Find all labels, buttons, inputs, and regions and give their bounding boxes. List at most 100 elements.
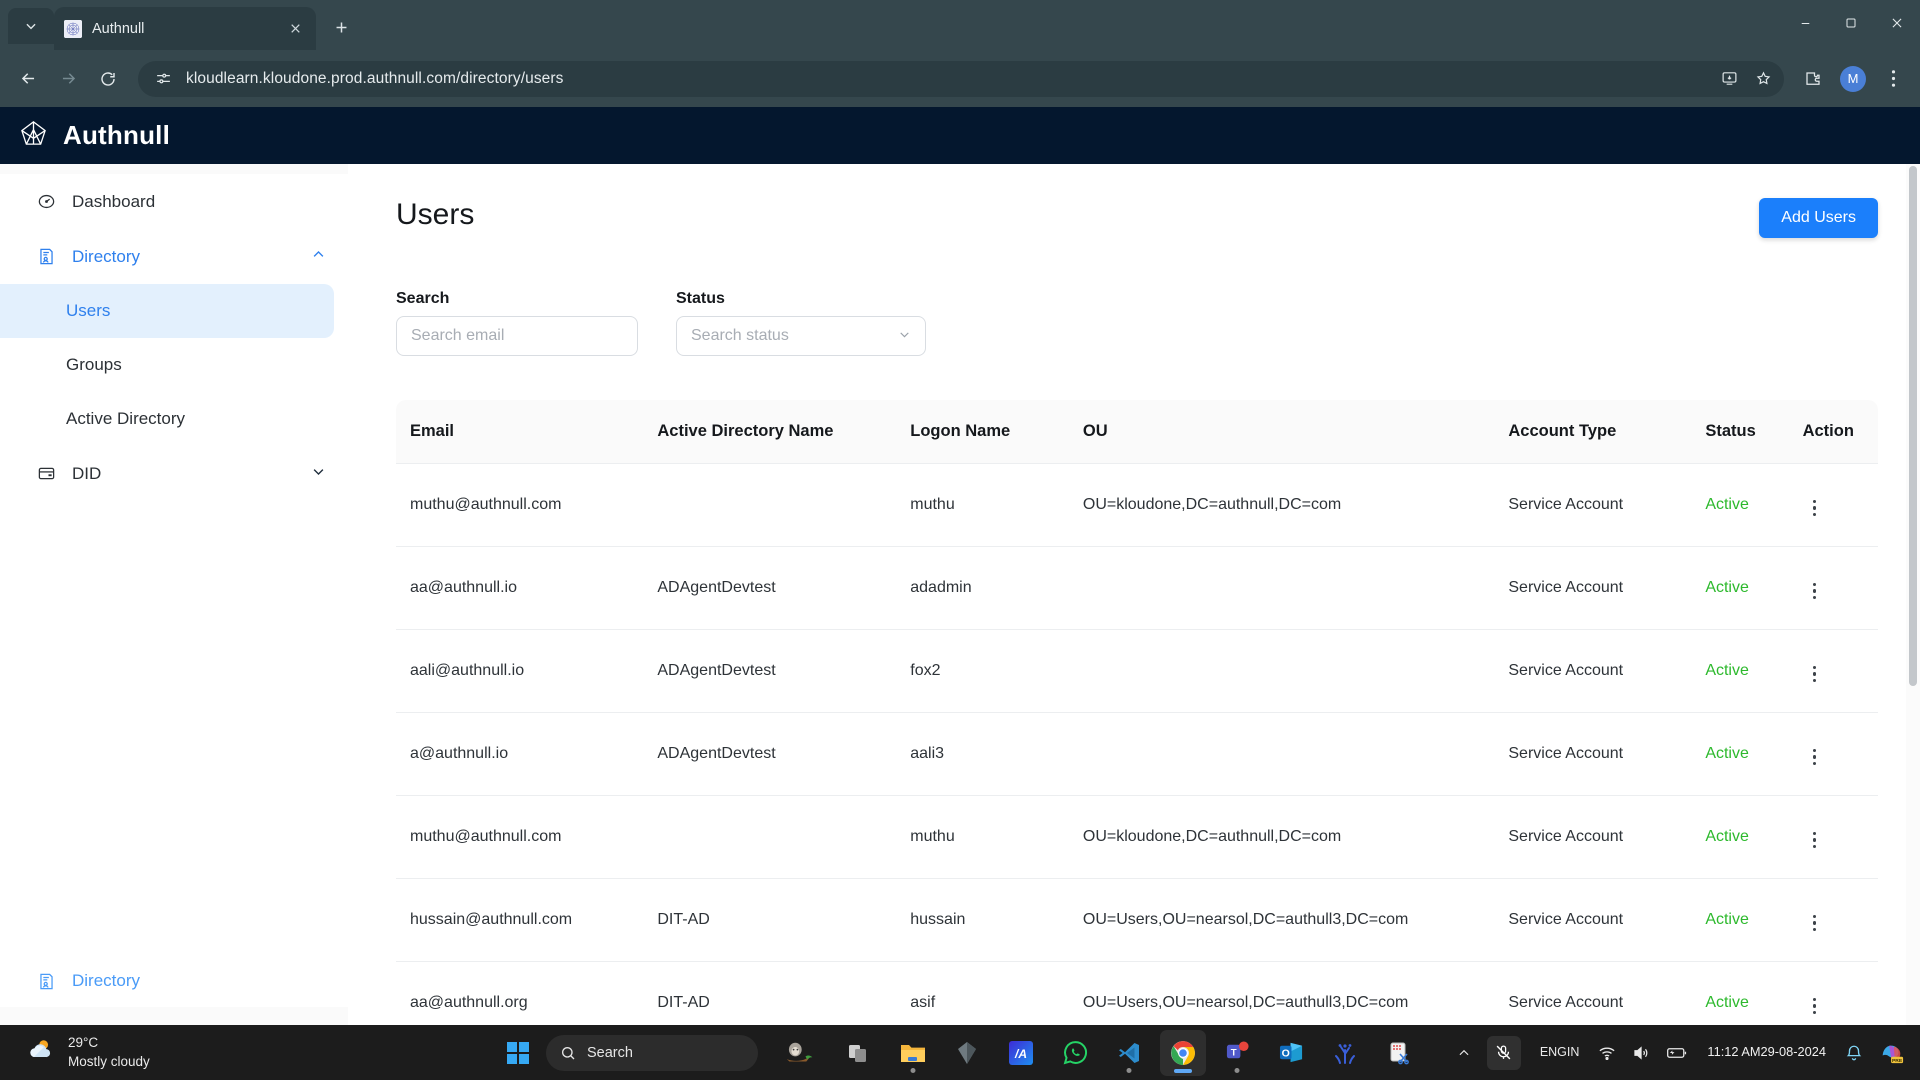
notification-button[interactable] <box>1840 1033 1868 1073</box>
install-app-icon[interactable] <box>1718 68 1740 90</box>
sidebar-item-dashboard[interactable]: Dashboard <box>0 174 348 229</box>
kebab-menu-icon[interactable] <box>1803 994 1827 1019</box>
user-ad-name: DIT-AD <box>657 878 911 962</box>
column-header-ad-name[interactable]: Active Directory Name <box>657 400 910 464</box>
sidebar-item-directory[interactable]: Directory <box>0 229 348 284</box>
sidebar-subitem-label: Users <box>66 301 111 320</box>
column-header-logon-name[interactable]: Logon Name <box>910 400 1083 464</box>
window-close-button[interactable] <box>1874 0 1920 46</box>
page-scrollbar[interactable] <box>1906 164 1920 1025</box>
forward-button[interactable] <box>50 61 86 97</box>
weather-text: 29°C Mostly cloudy <box>68 1034 150 1070</box>
close-icon[interactable] <box>284 18 306 40</box>
minimize-button[interactable] <box>1782 0 1828 46</box>
back-arrow-icon <box>21 73 34 84</box>
microphone-mute-button[interactable] <box>1482 1033 1526 1073</box>
table-row[interactable]: aa@authnull.org DIT-AD asif OU=Users,OU=nea… <box>396 961 1878 1025</box>
profile-avatar[interactable]: M <box>1840 65 1866 92</box>
add-users-button[interactable]: Add Users <box>1759 198 1878 238</box>
kebab-menu-icon[interactable] <box>1803 496 1827 521</box>
taskbar-search[interactable]: Search <box>546 1034 758 1071</box>
kebab-menu-icon[interactable] <box>1803 911 1827 936</box>
table-row[interactable]: hussain@authnull.com DIT-AD hussain OU=User… <box>396 878 1878 962</box>
volume-button[interactable] <box>1627 1033 1655 1073</box>
kebab-menu-icon[interactable] <box>1803 662 1827 687</box>
scrollbar-thumb[interactable] <box>1909 166 1917 686</box>
taskbar-app-outlook[interactable]: O <box>1268 1030 1314 1076</box>
status-select[interactable]: Search status <box>676 316 926 356</box>
system-tray: ENG IN 11:12 AM 29-08-2024 PRE <box>1452 1033 1910 1073</box>
snipping-tool-icon <box>1390 1042 1409 1064</box>
reload-button[interactable] <box>90 61 126 97</box>
table-row[interactable]: aa@authnull.io ADAgentDevtest adadmin Servi… <box>396 546 1878 630</box>
chevron-down-icon <box>26 23 36 30</box>
table-row[interactable]: aali@authnull.io ADAgentDevtest fox2 Servic… <box>396 629 1878 713</box>
tab-search-button[interactable] <box>8 8 54 44</box>
kebab-menu-icon[interactable] <box>1803 828 1827 853</box>
user-account-type: Service Account <box>1508 629 1706 713</box>
user-ou <box>1082 712 1509 796</box>
clock[interactable]: 11:12 AM 29-08-2024 <box>1699 1033 1834 1073</box>
taskbar-app-gem[interactable] <box>944 1030 990 1076</box>
maximize-button[interactable] <box>1828 0 1874 46</box>
extensions-button[interactable] <box>1796 62 1830 96</box>
taskbar-app-monkey[interactable] <box>766 1030 828 1076</box>
wifi-button[interactable] <box>1593 1033 1621 1073</box>
column-header-action[interactable]: Action <box>1803 400 1878 464</box>
taskbar-app-vscode[interactable] <box>1106 1030 1152 1076</box>
address-bar[interactable]: kloudlearn.kloudone.prod.authnull.com/di… <box>138 60 1784 97</box>
taskbar-app-whatsapp[interactable] <box>1052 1030 1098 1076</box>
table-row[interactable]: muthu@authnull.com muthu OU=kloudone,DC=au… <box>396 795 1878 879</box>
sidebar-item-did[interactable]: DID <box>0 446 348 501</box>
forward-arrow-icon <box>62 73 75 84</box>
taskbar-app-coral[interactable] <box>1322 1030 1368 1076</box>
weather-widget[interactable]: 29°C Mostly cloudy <box>0 1034 150 1070</box>
sidebar: Dashboard Directory Users Groups Active … <box>0 164 348 1025</box>
bell-icon <box>1846 1045 1862 1060</box>
battery-button[interactable] <box>1661 1033 1693 1073</box>
url-text: kloudlearn.kloudone.prod.authnull.com/di… <box>186 69 564 87</box>
user-account-type: Service Account <box>1508 961 1706 1025</box>
kebab-menu-icon[interactable] <box>1803 745 1827 770</box>
back-button[interactable] <box>10 61 46 97</box>
taskbar-app-file-explorer[interactable] <box>890 1030 936 1076</box>
star-icon[interactable] <box>1752 68 1774 90</box>
user-status-badge: Active <box>1705 795 1803 879</box>
taskbar-app-task-view[interactable] <box>836 1030 882 1076</box>
speaker-icon <box>1634 1045 1648 1060</box>
browser-menu-button[interactable] <box>1876 62 1910 96</box>
browser-tab[interactable]: Authnull <box>54 7 316 50</box>
sidebar-item-groups[interactable]: Groups <box>0 338 334 392</box>
column-header-account-type[interactable]: Account Type <box>1508 400 1705 464</box>
taskbar-app-chrome[interactable] <box>1160 1029 1206 1076</box>
table-row[interactable]: a@authnull.io ADAgentDevtest aali3 Service … <box>396 712 1878 796</box>
user-ou: OU=kloudone,DC=authnull,DC=com <box>1082 795 1509 879</box>
tray-overflow-button[interactable] <box>1452 1033 1476 1073</box>
column-header-email[interactable]: Email <box>396 400 657 464</box>
table-row[interactable]: muthu@authnull.com muthu OU=kloudone,DC=au… <box>396 463 1878 547</box>
user-account-type: Service Account <box>1508 546 1706 630</box>
user-status-badge: Active <box>1705 546 1803 630</box>
windows-start-icon[interactable] <box>498 1033 538 1073</box>
taskbar-app-teams[interactable]: T <box>1214 1030 1260 1076</box>
kebab-menu-icon[interactable] <box>1803 579 1827 604</box>
taskbar-app-snipping-tool[interactable] <box>1376 1030 1422 1076</box>
sidebar-item-users[interactable]: Users <box>0 284 334 338</box>
sidebar-footer-directory[interactable]: Directory <box>0 971 348 991</box>
sidebar-item-active-directory[interactable]: Active Directory <box>0 392 334 446</box>
card-icon <box>36 464 56 484</box>
new-tab-button[interactable] <box>324 10 358 44</box>
language-indicator[interactable]: ENG IN <box>1532 1033 1588 1073</box>
authnull-pentagon-logo <box>18 118 49 154</box>
partly-cloudy-icon <box>26 1037 56 1068</box>
site-settings-icon[interactable] <box>152 68 174 90</box>
column-header-ou[interactable]: OU <box>1083 400 1509 464</box>
extensions-icon <box>1806 71 1820 85</box>
main-content: Users Add Users Search Status Search sta… <box>348 164 1920 1025</box>
taskbar-app-ma[interactable]: /A <box>998 1030 1044 1076</box>
column-header-status[interactable]: Status <box>1705 400 1802 464</box>
table-head: Email Active Directory Name Logon Name O… <box>396 400 1878 464</box>
running-indicator <box>910 1067 916 1073</box>
search-input[interactable] <box>396 316 638 356</box>
copilot-button[interactable]: PRE <box>1874 1033 1910 1073</box>
